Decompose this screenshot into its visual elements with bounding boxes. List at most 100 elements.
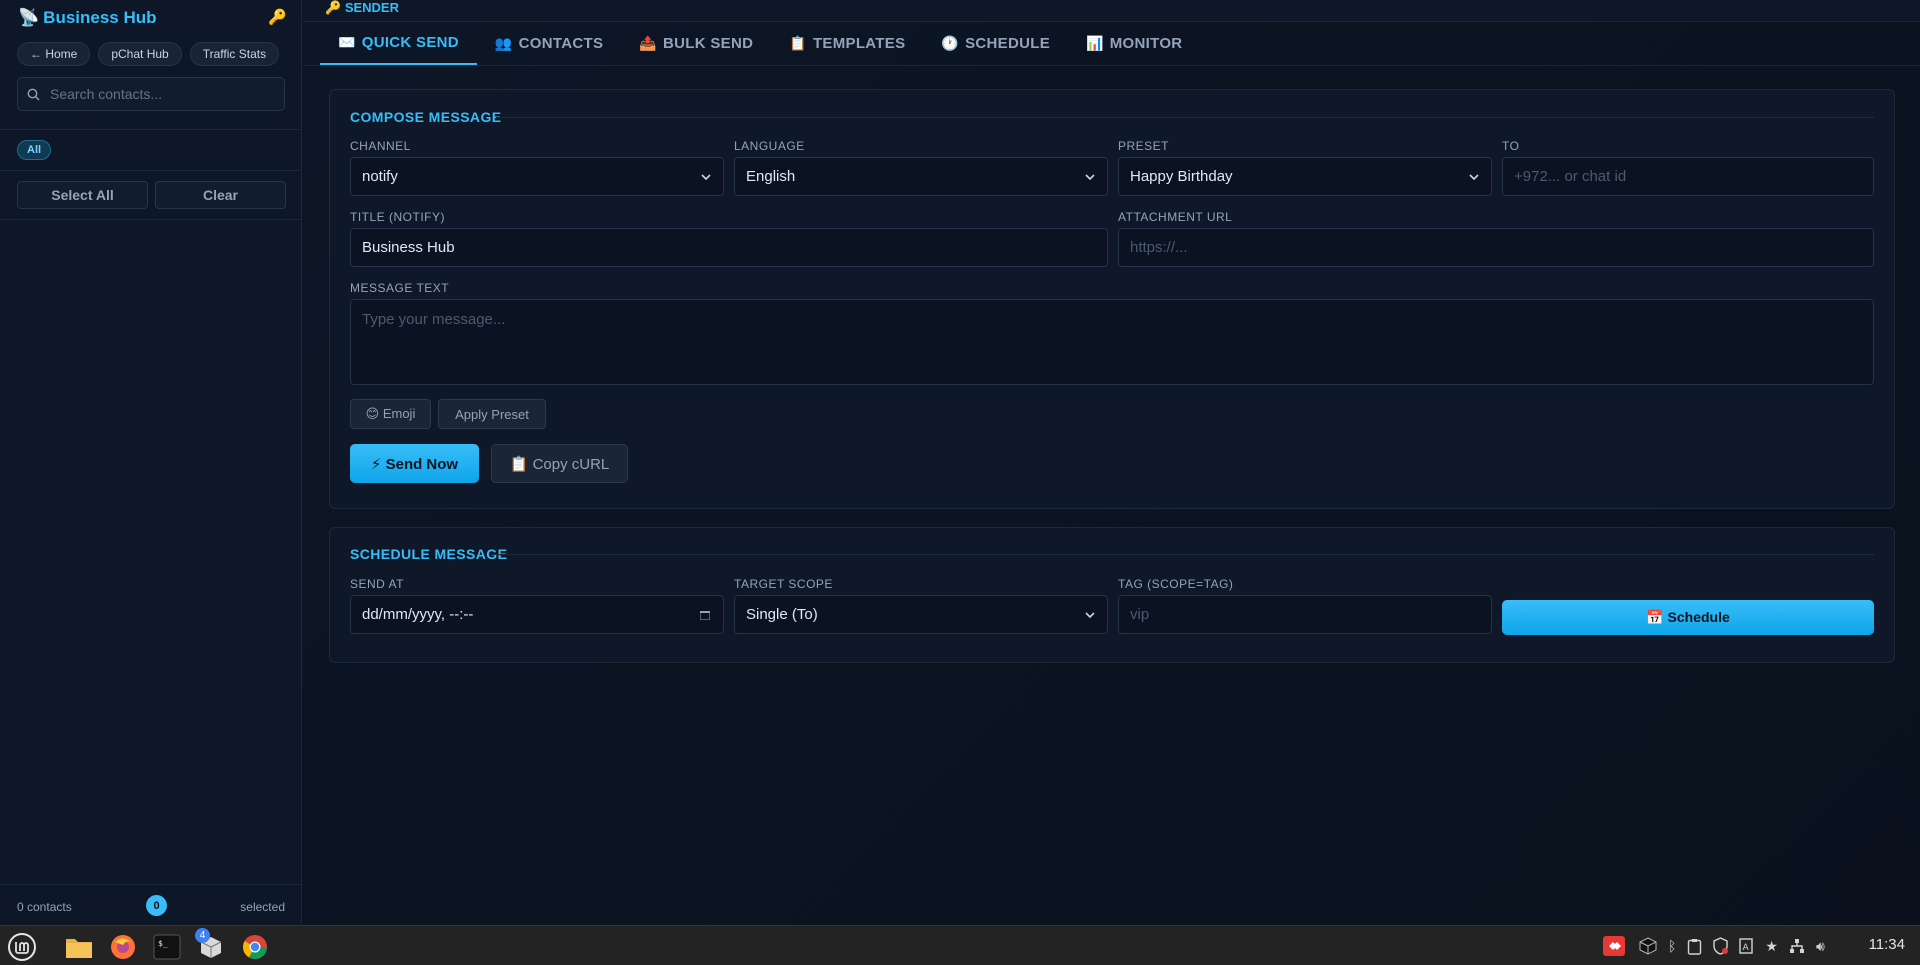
chevron-down-icon (1085, 174, 1095, 181)
terminal-icon[interactable]: $_ (150, 930, 184, 964)
divider (0, 170, 302, 171)
keyboard-layout-icon[interactable]: A (1739, 938, 1754, 954)
attachment-url-input[interactable]: https://... (1118, 228, 1874, 267)
selected-label: selected (240, 900, 285, 914)
tab-monitor[interactable]: 📊 MONITOR (1068, 22, 1200, 65)
selected-count-badge: 0 (146, 895, 167, 916)
cube-icon[interactable] (1638, 936, 1658, 956)
key-icon[interactable]: 🔑 (268, 8, 287, 26)
preset-select[interactable]: Happy Birthday (1118, 157, 1492, 196)
sender-label[interactable]: 🔑 SENDER (325, 0, 399, 16)
message-textarea[interactable] (350, 299, 1874, 385)
channel-label: CHANNEL (350, 139, 411, 153)
title-rule (490, 554, 1874, 555)
traffic-stats-link[interactable]: Traffic Stats (189, 42, 280, 66)
title-notify-input[interactable]: Business Hub (350, 228, 1108, 267)
tab-quick-send[interactable]: ✉️ QUICK SEND (320, 22, 477, 65)
target-scope-select[interactable]: Single (To) (734, 595, 1108, 634)
clipboard-icon: 📋 (789, 35, 807, 51)
tab-contacts[interactable]: 👥 CONTACTS (477, 22, 621, 65)
outbox-icon: 📤 (639, 35, 658, 51)
divider (0, 219, 302, 220)
to-input[interactable]: +972... or chat id (1502, 157, 1874, 196)
send-now-button[interactable]: ⚡ Send Now (350, 444, 479, 483)
language-value: English (746, 168, 796, 185)
clipboard-tray-icon[interactable] (1687, 938, 1702, 955)
pchat-hub-link[interactable]: pChat Hub (98, 42, 182, 66)
chrome-icon[interactable] (238, 930, 272, 964)
files-icon[interactable] (62, 930, 96, 964)
satellite-icon: 📡 (18, 8, 40, 27)
tab-label: TEMPLATES (812, 35, 906, 52)
notification-badge: 4 (195, 928, 210, 943)
channel-select[interactable]: notify (350, 157, 724, 196)
top-strip: 🔑 SENDER (303, 0, 1920, 22)
mint-menu-icon[interactable] (5, 930, 39, 964)
emoji-button[interactable]: 😊 Emoji (350, 399, 431, 429)
taskbar: $_ 4 ᛒ A ★ 🔊︎ 11:34 (0, 925, 1920, 965)
contacts-count: 0 contacts (17, 900, 72, 914)
anydesk-icon[interactable] (1602, 935, 1626, 957)
target-scope-label: TARGET SCOPE (734, 577, 833, 591)
tab-label: CONTACTS (518, 35, 604, 52)
language-select[interactable]: English (734, 157, 1108, 196)
main-panel: 🔑 SENDER ✉️ QUICK SEND 👥 CONTACTS 📤 BULK SE… (303, 0, 1920, 925)
selection-controls: Select All Clear (17, 181, 286, 209)
home-link[interactable]: ← Home (17, 42, 91, 66)
sidebar: 📡 Business Hub 🔑 ← Home pChat Hub Traffic… (0, 0, 302, 925)
search-box (17, 77, 285, 111)
tab-label: QUICK SEND (361, 34, 459, 51)
clock[interactable]: 11:34 (1869, 936, 1905, 953)
tab-label: MONITOR (1109, 35, 1183, 52)
tab-schedule[interactable]: 🕐 SCHEDULE (923, 22, 1068, 65)
send-at-input[interactable]: dd/mm/yyyy, --:-- (350, 595, 724, 634)
tag-input[interactable]: vip (1118, 595, 1492, 634)
shield-icon[interactable] (1712, 937, 1729, 955)
package-icon[interactable]: 4 (194, 928, 228, 964)
schedule-button[interactable]: 📅 Schedule (1502, 600, 1874, 635)
clear-button[interactable]: Clear (155, 181, 286, 209)
chevron-down-icon (1085, 612, 1095, 619)
tab-templates[interactable]: 📋 TEMPLATES (771, 22, 923, 65)
to-label: TO (1502, 139, 1520, 153)
star-icon[interactable]: ★ (1765, 938, 1778, 955)
tab-label: BULK SEND (663, 35, 754, 52)
title-notify-label: TITLE (NOTIFY) (350, 210, 445, 224)
copy-curl-button[interactable]: 📋 Copy cURL (491, 444, 628, 483)
preset-value: Happy Birthday (1130, 168, 1233, 185)
sender-text: SENDER (344, 0, 399, 15)
calendar-icon[interactable] (698, 608, 712, 622)
tab-bulk-send[interactable]: 📤 BULK SEND (621, 22, 771, 65)
title-rule (496, 117, 1874, 118)
svg-text:$_: $_ (158, 939, 168, 948)
tab-label: SCHEDULE (965, 35, 1051, 52)
chevron-down-icon (701, 174, 711, 181)
people-icon: 👥 (494, 35, 513, 51)
volume-icon[interactable]: 🔊︎ (1816, 938, 1825, 955)
tab-divider (303, 65, 1920, 66)
tag-filter-all[interactable]: All (17, 140, 52, 160)
message-text-label: MESSAGE TEXT (350, 281, 450, 295)
firefox-icon[interactable] (106, 930, 140, 964)
tab-bar: ✉️ QUICK SEND 👥 CONTACTS 📤 BULK SEND 📋 TEMPL… (320, 22, 1200, 65)
apply-preset-button[interactable]: Apply Preset (438, 399, 546, 429)
bluetooth-icon[interactable]: ᛒ (1668, 938, 1676, 954)
key-icon: 🔑 (325, 0, 345, 15)
nav-pills: ← Home pChat Hub Traffic Stats (17, 42, 280, 66)
brand[interactable]: 📡 Business Hub (18, 8, 157, 28)
envelope-icon: ✉️ (338, 34, 356, 50)
network-icon[interactable] (1789, 938, 1805, 954)
chevron-down-icon (1469, 174, 1479, 181)
send-at-value: dd/mm/yyyy, --:-- (362, 606, 474, 623)
select-all-button[interactable]: Select All (17, 181, 148, 209)
target-scope-value: Single (To) (746, 606, 818, 623)
attachment-url-label: ATTACHMENT URL (1118, 210, 1233, 224)
clock-icon: 🕐 (941, 35, 960, 51)
brand-title: Business Hub (43, 8, 157, 27)
send-at-label: SEND AT (350, 577, 404, 591)
search-icon (27, 88, 40, 100)
chart-icon: 📊 (1086, 35, 1104, 51)
preset-label: PRESET (1118, 139, 1170, 153)
tag-scope-label: TAG (SCOPE=TAG) (1118, 577, 1234, 591)
search-input[interactable] (50, 86, 270, 102)
